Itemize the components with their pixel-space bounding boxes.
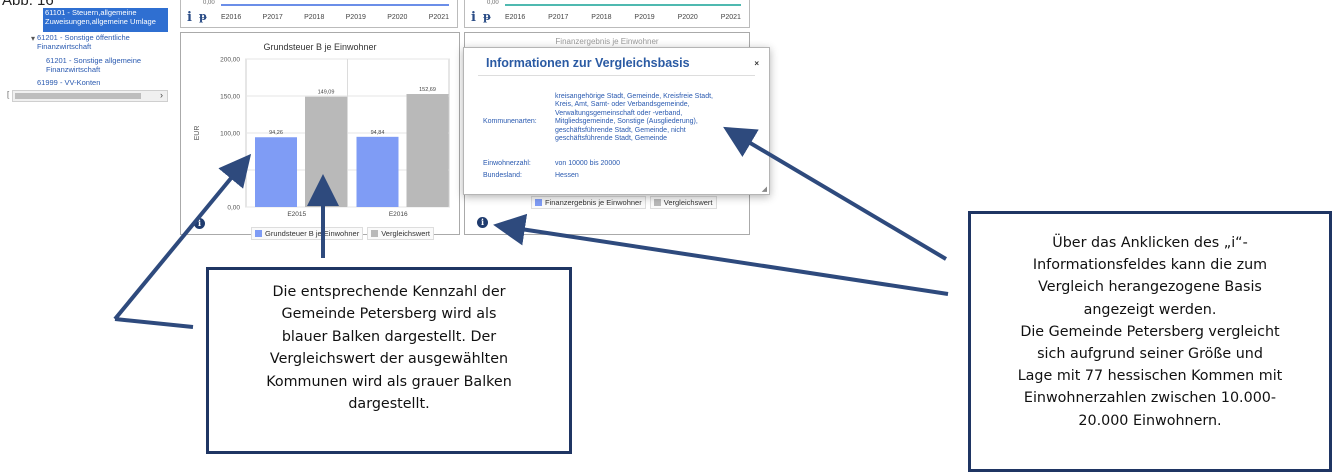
callout-line: Informationsfeldes kann die zum [1032,257,1268,274]
callout-bar-explanation: Die entsprechende Kennzahl der Gemeinde … [206,267,572,454]
callout-line: Gemeinde Petersberg wird als [281,306,497,323]
arrow-to-blue-bar [114,317,194,329]
callout-line: sich aufgrund seiner Größe und [1037,346,1263,363]
callout-line: Vergleichswert der ausgewählten [269,351,509,368]
callout-line: 20.000 Einwohnern. [1078,412,1222,429]
callout-line: blauer Balken dargestellt. Der [281,328,497,345]
callout-line: Über das Anklicken des „i“- [1052,235,1248,251]
callout-line: Kommunen wird als grauer Balken [266,373,512,390]
callout-line: Einwohnerzahlen zwischen 10.000- [1023,390,1277,407]
callout-info-explanation: Über das Anklicken des „i“- Informations… [968,211,1332,472]
callout-line: dargestellt. [348,396,430,413]
callout-line: Die entsprechende Kennzahl der [272,284,506,300]
callout-line: angezeigt werden. [1083,301,1217,318]
callout-line: Lage mit 77 hessischen Kommen mit [1017,368,1283,385]
callout-line: Die Gemeinde Petersberg vergleicht [1020,323,1280,340]
callout-line: Vergleich herangezogene Basis [1038,279,1262,296]
arrow-to-modal [723,126,948,261]
